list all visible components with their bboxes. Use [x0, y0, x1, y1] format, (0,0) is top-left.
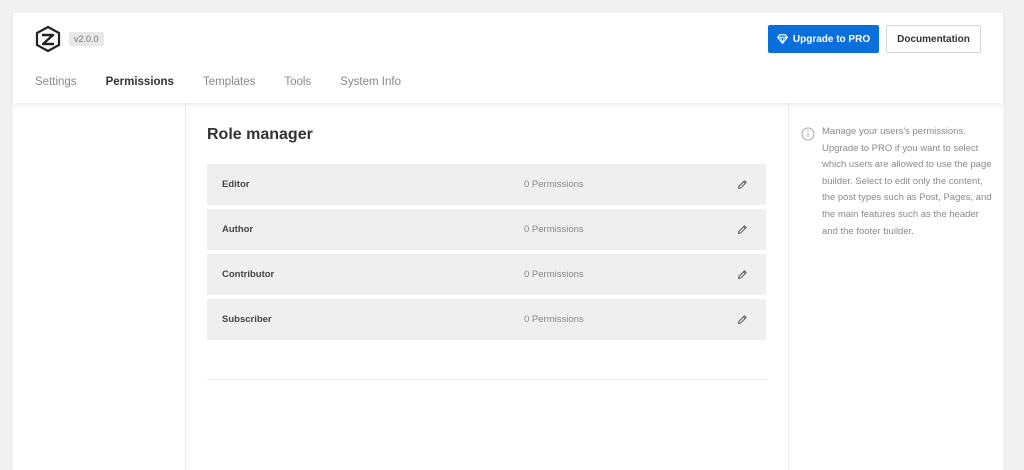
- pencil-icon[interactable]: [737, 179, 748, 190]
- tab-system-info[interactable]: System Info: [340, 76, 401, 88]
- app-window: v2.0.0 Upgrade to PRO Documentation Sett…: [13, 13, 1003, 470]
- info-icon: [801, 127, 815, 141]
- upgrade-label: Upgrade to PRO: [792, 33, 871, 45]
- logo-icon[interactable]: [35, 26, 61, 52]
- left-column: [13, 103, 186, 470]
- pencil-icon[interactable]: [737, 314, 748, 325]
- permissions-count: 0 Permissions: [524, 224, 584, 235]
- tab-settings[interactable]: Settings: [35, 76, 77, 88]
- role-row-subscriber[interactable]: Subscriber 0 Permissions: [207, 299, 766, 340]
- role-name: Author: [222, 224, 254, 235]
- permissions-count: 0 Permissions: [524, 269, 584, 280]
- diamond-icon: [776, 34, 788, 44]
- upgrade-to-pro-button[interactable]: Upgrade to PRO: [768, 25, 879, 53]
- pencil-icon[interactable]: [737, 269, 748, 280]
- permissions-count: 0 Permissions: [524, 179, 584, 190]
- page-title: Role manager: [207, 126, 313, 143]
- role-row-contributor[interactable]: Contributor 0 Permissions: [207, 254, 766, 295]
- tab-tools[interactable]: Tools: [284, 76, 311, 88]
- section-divider: [207, 379, 766, 380]
- info-sidebar: Manage your users's permissions. Upgrade…: [788, 103, 1003, 470]
- role-list: Editor 0 Permissions Author 0 Permission…: [207, 164, 766, 344]
- role-name: Contributor: [222, 269, 275, 280]
- documentation-button[interactable]: Documentation: [886, 25, 981, 53]
- role-name: Subscriber: [222, 314, 272, 325]
- version-badge: v2.0.0: [69, 32, 104, 46]
- tab-templates[interactable]: Templates: [203, 76, 255, 88]
- info-text: Manage your users's permissions. Upgrade…: [822, 126, 992, 237]
- role-name: Editor: [222, 179, 250, 190]
- permissions-count: 0 Permissions: [524, 314, 584, 325]
- tab-bar: Settings Permissions Templates Tools Sys…: [35, 76, 430, 88]
- header: v2.0.0 Upgrade to PRO Documentation Sett…: [13, 13, 1003, 103]
- role-row-editor[interactable]: Editor 0 Permissions: [207, 164, 766, 205]
- role-row-author[interactable]: Author 0 Permissions: [207, 209, 766, 250]
- pencil-icon[interactable]: [737, 224, 748, 235]
- tab-permissions[interactable]: Permissions: [106, 76, 174, 88]
